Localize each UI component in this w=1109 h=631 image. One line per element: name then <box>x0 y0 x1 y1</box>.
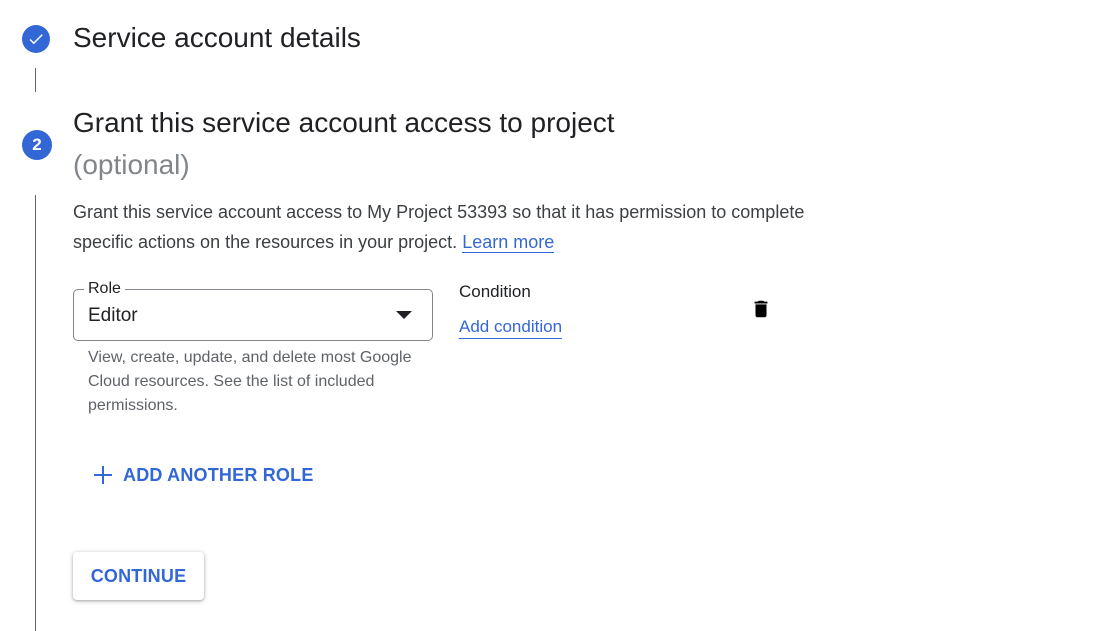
condition-title: Condition <box>459 282 531 301</box>
role-selected-value[interactable]: Editor <box>88 303 138 329</box>
service-account-wizard: Service account details 2 Grant this ser… <box>0 0 1109 631</box>
learn-more-link[interactable]: Learn more <box>462 232 555 253</box>
role-help-text: View, create, update, and delete most Go… <box>88 349 412 414</box>
add-condition-link[interactable]: Add condition <box>459 316 563 339</box>
step-connector <box>35 68 36 92</box>
delete-role-button[interactable] <box>746 294 776 324</box>
step-2-optional-label: (optional) <box>73 149 190 180</box>
step-completed-check-icon <box>22 25 50 53</box>
role-label: Role <box>84 279 125 299</box>
add-another-role-label: ADD ANOTHER ROLE <box>123 464 314 485</box>
step-connector <box>35 195 36 631</box>
step-2-number-badge: 2 <box>22 130 52 160</box>
plus-icon <box>92 464 114 486</box>
trash-icon <box>754 300 768 318</box>
check-icon <box>29 34 43 45</box>
role-select[interactable]: Role Editor <box>73 279 433 341</box>
dropdown-arrow-icon[interactable] <box>396 311 412 319</box>
step-2-title: Grant this service account access to pro… <box>73 107 615 138</box>
description-text: Grant this service account access to My … <box>73 202 805 252</box>
step-1-title[interactable]: Service account details <box>73 19 361 57</box>
continue-button[interactable]: CONTINUE <box>73 552 204 600</box>
add-another-role-button[interactable]: ADD ANOTHER ROLE <box>92 460 314 490</box>
step-description: Grant this service account access to My … <box>73 197 813 257</box>
